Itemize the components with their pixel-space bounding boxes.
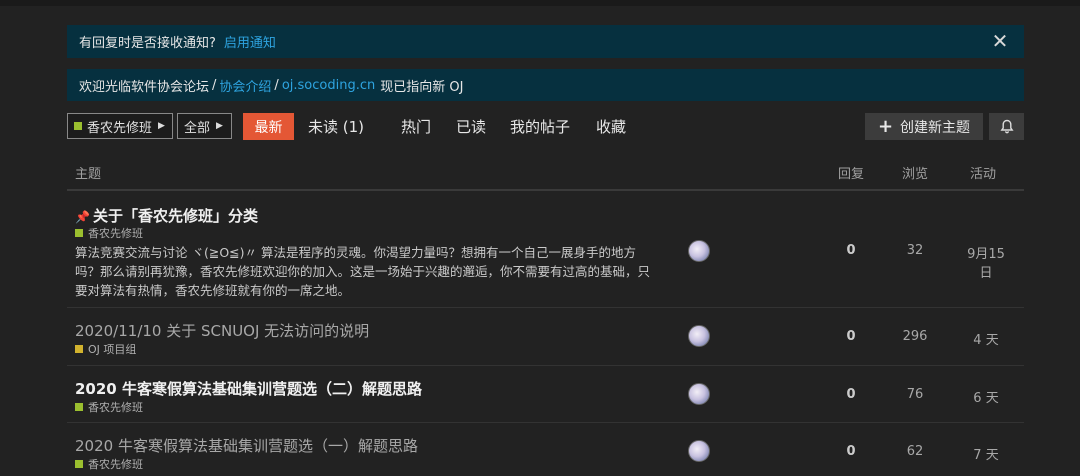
notification-banner: 有回复时是否接收通知? 启用通知 ✕	[67, 25, 1024, 58]
header-topic[interactable]: 主题	[75, 163, 101, 182]
nav-unread[interactable]: 未读 (1)	[308, 113, 364, 140]
notification-text: 有回复时是否接收通知?	[79, 36, 216, 51]
category-badge[interactable]: 香农先修班	[75, 456, 143, 472]
intro-link[interactable]: 协会介绍	[219, 76, 271, 95]
activity-date[interactable]: 7 天	[963, 444, 1009, 463]
nav-latest[interactable]: 最新	[243, 113, 294, 140]
views-count: 76	[906, 387, 924, 402]
category-color-swatch	[75, 345, 83, 353]
notification-level-button[interactable]	[989, 113, 1024, 140]
avatar[interactable]	[688, 383, 710, 405]
caret-right-icon: ▶	[158, 121, 165, 131]
topic-list-header: 主题 回复 浏览 活动	[67, 152, 1024, 191]
category-name: 香农先修班	[88, 458, 143, 471]
plus-icon: +	[877, 116, 894, 137]
replies-count: 0	[846, 444, 856, 459]
topic-excerpt: 算法竞赛交流与讨论 ヾ(≧O≦)〃 算法是程序的灵魂。你渴望力量吗？想拥有一个自…	[75, 245, 651, 298]
category-dropdown-label: 香农先修班	[87, 120, 153, 136]
topic-title: 关于「香农先修班」分类	[92, 207, 258, 225]
topic-title[interactable]: 2020 牛客寒假算法基础集训营题选（一）解题思路	[75, 435, 418, 456]
category-dropdown[interactable]: 香农先修班 ▶	[67, 113, 173, 139]
close-icon[interactable]: ✕	[990, 31, 1010, 51]
replies-count: 0	[846, 243, 856, 258]
nav-bookmarks[interactable]: 收藏	[596, 113, 626, 140]
category-name: OJ 项目组	[88, 343, 137, 356]
table-row: 2020 牛客寒假算法基础集训营题选（一）解题思路 香农先修班 0 62 7 天	[67, 423, 1024, 476]
category-name: 香农先修班	[88, 227, 143, 240]
avatar[interactable]	[688, 440, 710, 462]
table-row: 2020 牛客寒假算法基础集训营题选（二）解题思路 香农先修班 0 76 6 天	[67, 366, 1024, 423]
category-badge[interactable]: OJ 项目组	[75, 341, 136, 357]
welcome-banner: 欢迎光临软件协会论坛 / 协会介绍 / oj.socoding.cn 现已指向新…	[67, 69, 1024, 101]
pin-icon: 📌	[75, 210, 90, 224]
category-name: 香农先修班	[88, 401, 143, 414]
bell-icon	[999, 119, 1014, 134]
views-count: 296	[902, 329, 928, 344]
topic-title[interactable]: 2020/11/10 关于 SCNUOJ 无法访问的说明	[75, 320, 369, 341]
category-color-swatch	[74, 122, 82, 130]
topic-title[interactable]: 2020 牛客寒假算法基础集训营题选（二）解题思路	[75, 378, 422, 399]
nav-my-posts[interactable]: 我的帖子	[510, 113, 570, 140]
replies-count: 0	[846, 329, 856, 344]
avatar[interactable]	[688, 325, 710, 347]
oj-link[interactable]: oj.socoding.cn	[282, 78, 375, 93]
oj-suffix: 现已指向新 OJ	[380, 79, 464, 95]
nav-read[interactable]: 已读	[456, 113, 486, 140]
header-replies[interactable]: 回复	[838, 163, 864, 182]
category-badge[interactable]: 香农先修班	[75, 399, 143, 415]
table-row: 2020/11/10 关于 SCNUOJ 无法访问的说明 OJ 项目组 0 29…	[67, 308, 1024, 366]
category-color-swatch	[75, 229, 83, 237]
welcome-text: 欢迎光临软件协会论坛	[79, 79, 210, 95]
tag-dropdown-label: 全部	[184, 120, 211, 136]
top-band	[0, 0, 1080, 6]
views-count: 62	[906, 444, 924, 459]
create-topic-button[interactable]: + 创建新主题	[865, 113, 983, 140]
replies-count: 0	[846, 387, 856, 402]
topic-title-link[interactable]: 📌 关于「香农先修班」分类	[75, 205, 258, 226]
caret-right-icon: ▶	[216, 121, 223, 131]
create-topic-label: 创建新主题	[900, 119, 971, 136]
header-activity[interactable]: 活动	[970, 163, 996, 182]
activity-date[interactable]: 6 天	[963, 387, 1009, 406]
enable-notifications-link[interactable]: 启用通知	[224, 32, 276, 51]
navigation-bar: 香农先修班 ▶ 全部 ▶ 最新 未读 (1) 热门 已读 我的帖子 收藏 + 创…	[67, 113, 1024, 140]
separator: /	[274, 77, 279, 93]
activity-date[interactable]: 9月15日	[963, 243, 1009, 281]
separator: /	[212, 77, 217, 93]
category-color-swatch	[75, 403, 83, 411]
tag-dropdown[interactable]: 全部 ▶	[177, 113, 232, 139]
category-badge[interactable]: 香农先修班	[75, 225, 143, 241]
table-row: 📌 关于「香农先修班」分类 香农先修班 算法竞赛交流与讨论 ヾ(≧O≦)〃 算法是…	[67, 193, 1024, 308]
avatar[interactable]	[688, 240, 710, 262]
header-views[interactable]: 浏览	[902, 163, 928, 182]
views-count: 32	[906, 243, 924, 258]
nav-hot[interactable]: 热门	[401, 113, 431, 140]
category-color-swatch	[75, 460, 83, 468]
activity-date[interactable]: 4 天	[963, 329, 1009, 348]
